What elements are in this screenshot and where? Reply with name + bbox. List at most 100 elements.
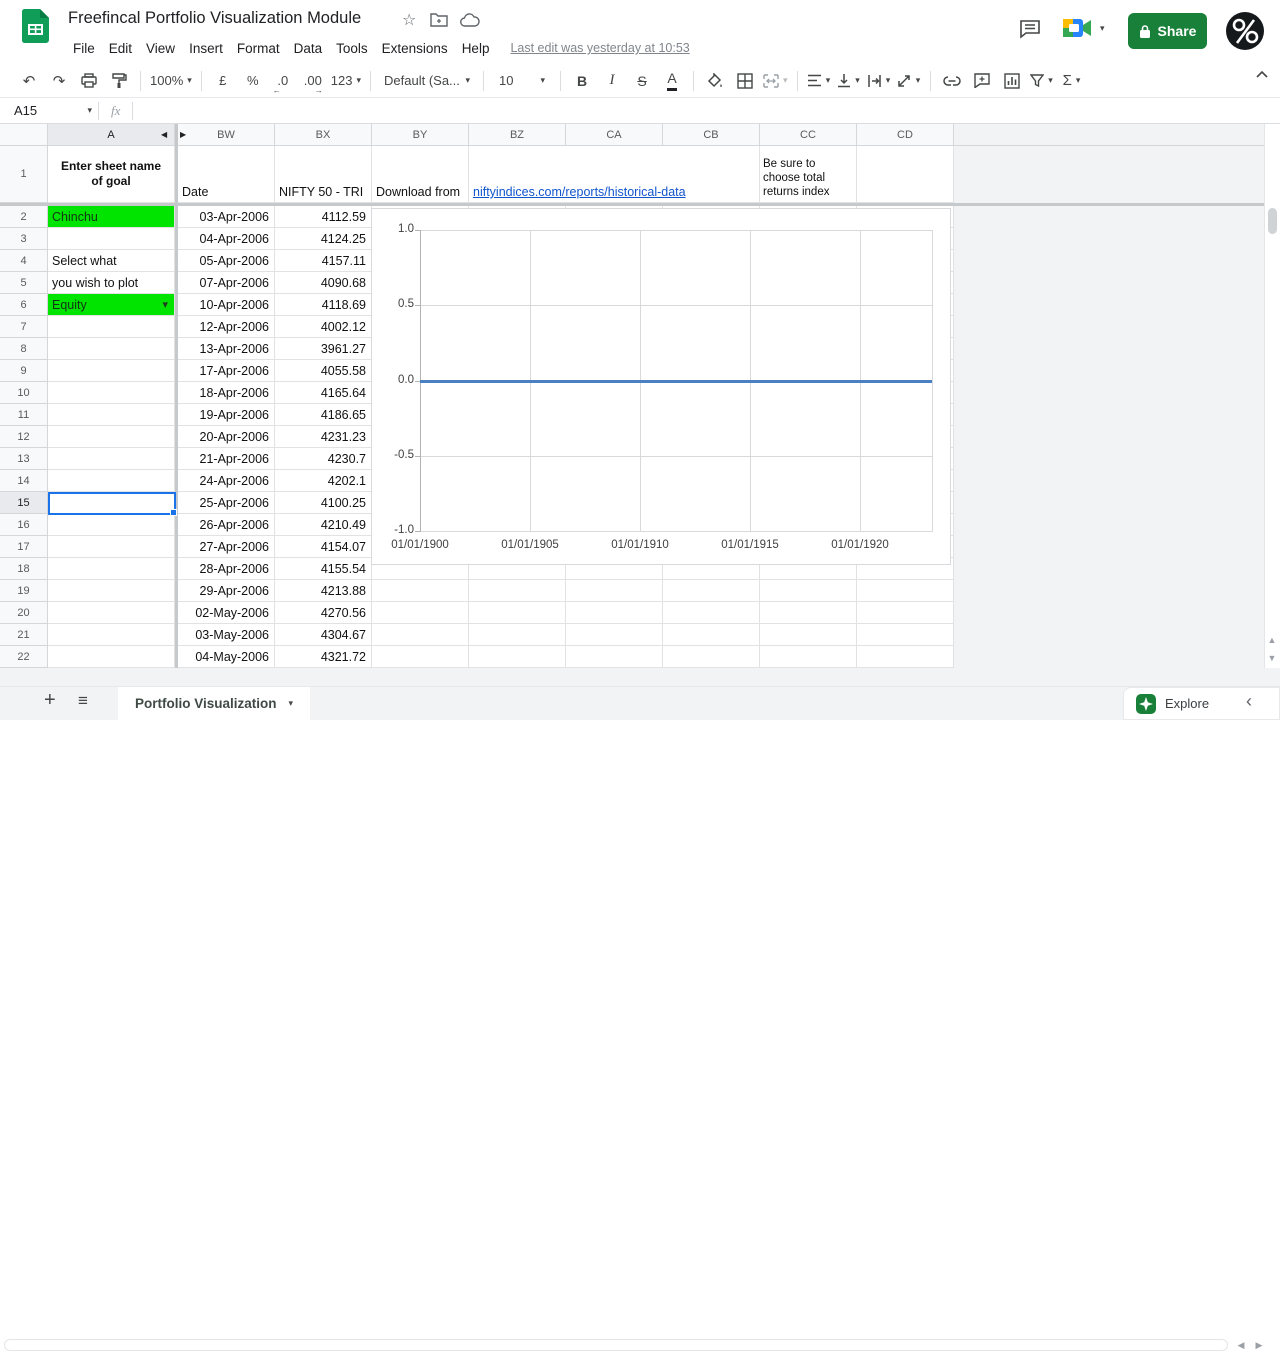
row-header-4[interactable]: 4 (0, 250, 48, 272)
column-header-a[interactable]: A (48, 124, 175, 146)
cell-cd19[interactable] (857, 580, 954, 602)
cell-a12[interactable] (48, 426, 175, 448)
cell-a5[interactable]: you wish to plot (48, 272, 175, 294)
cell-bz21[interactable] (469, 624, 566, 646)
row-header-18[interactable]: 18 (0, 558, 48, 580)
row-header-15[interactable]: 15 (0, 492, 48, 514)
fill-color-icon[interactable] (703, 69, 727, 93)
cell-bw20[interactable]: 02-May-2006 (178, 602, 275, 624)
cell-cc19[interactable] (760, 580, 857, 602)
cell-cc21[interactable] (760, 624, 857, 646)
horizontal-align-icon[interactable]: ▾ (807, 69, 831, 93)
italic-button[interactable]: I (600, 69, 624, 93)
fill-handle[interactable] (170, 509, 177, 516)
cell-bw10[interactable]: 18-Apr-2006 (178, 382, 275, 404)
cell-a21[interactable] (48, 624, 175, 646)
cell-a19[interactable] (48, 580, 175, 602)
text-color-button[interactable]: A (660, 69, 684, 93)
cell-bw7[interactable]: 12-Apr-2006 (178, 316, 275, 338)
column-header-by[interactable]: BY (372, 124, 469, 146)
borders-icon[interactable] (733, 69, 757, 93)
row-header-5[interactable]: 5 (0, 272, 48, 294)
comment-history-icon[interactable] (1019, 19, 1041, 39)
cell-by21[interactable] (372, 624, 469, 646)
add-sheet-icon[interactable]: + (44, 689, 56, 712)
cell-cb22[interactable] (663, 646, 760, 668)
cell-bw17[interactable]: 27-Apr-2006 (178, 536, 275, 558)
row-header-7[interactable]: 7 (0, 316, 48, 338)
menu-view[interactable]: View (139, 39, 182, 58)
merge-cells-icon[interactable]: ▾ (763, 69, 788, 93)
cell-bz19[interactable] (469, 580, 566, 602)
name-box[interactable]: A15 ▾ (0, 103, 98, 118)
cell-bx8[interactable]: 3961.27 (275, 338, 372, 360)
redo-icon[interactable]: ↷ (47, 69, 71, 93)
menu-edit[interactable]: Edit (102, 39, 139, 58)
create-filter-icon[interactable]: ▾ (1030, 69, 1054, 93)
cell-bw9[interactable]: 17-Apr-2006 (178, 360, 275, 382)
menu-extensions[interactable]: Extensions (375, 39, 455, 58)
cell-bx4[interactable]: 4157.11 (275, 250, 372, 272)
cell-ca22[interactable] (566, 646, 663, 668)
cell-a18[interactable] (48, 558, 175, 580)
cell-bw8[interactable]: 13-Apr-2006 (178, 338, 275, 360)
cell-bx16[interactable]: 4210.49 (275, 514, 372, 536)
cell-bw15[interactable]: 25-Apr-2006 (178, 492, 275, 514)
cell-bw19[interactable]: 29-Apr-2006 (178, 580, 275, 602)
insert-comment-icon[interactable] (970, 69, 994, 93)
row-header-3[interactable]: 3 (0, 228, 48, 250)
scroll-right-icon[interactable]: ▶ (1252, 1339, 1266, 1351)
embedded-chart[interactable]: 1.00.50.0-0.5-1.001/01/190001/01/190501/… (371, 208, 951, 565)
increase-decimal-button[interactable]: .00→ (301, 69, 325, 93)
horizontal-scrollbar-thumb[interactable] (4, 1339, 1228, 1351)
cell-cb21[interactable] (663, 624, 760, 646)
font-size-select[interactable]: 10▾ (493, 69, 551, 93)
vertical-scrollbar[interactable] (1264, 124, 1280, 668)
functions-button[interactable]: Σ▾ (1060, 69, 1084, 93)
cell-a6[interactable]: Equity▾ (48, 294, 175, 316)
formula-input[interactable] (133, 98, 1280, 123)
cell-bw21[interactable]: 03-May-2006 (178, 624, 275, 646)
cell-ca21[interactable] (566, 624, 663, 646)
cell-a8[interactable] (48, 338, 175, 360)
cloud-status-icon[interactable] (460, 13, 480, 27)
cell-bx22[interactable]: 4321.72 (275, 646, 372, 668)
menu-insert[interactable]: Insert (182, 39, 230, 58)
column-header-bw[interactable]: BW (178, 124, 275, 146)
print-icon[interactable] (77, 69, 101, 93)
row-header-21[interactable]: 21 (0, 624, 48, 646)
name-box-dropdown-icon[interactable]: ▾ (87, 105, 92, 116)
more-formats-button[interactable]: 123▾ (331, 69, 361, 93)
column-header-cc[interactable]: CC (760, 124, 857, 146)
cell-cb19[interactable] (663, 580, 760, 602)
all-sheets-menu-icon[interactable]: ≡ (78, 691, 88, 711)
insert-link-icon[interactable] (940, 69, 964, 93)
column-header-bx[interactable]: BX (275, 124, 372, 146)
cell-cb20[interactable] (663, 602, 760, 624)
cell-bz1[interactable]: niftyindices.com/reports/historical-data (469, 146, 760, 203)
cell-bx21[interactable]: 4304.67 (275, 624, 372, 646)
sheet-tab-dropdown-icon[interactable]: ▾ (288, 698, 293, 709)
row-header-11[interactable]: 11 (0, 404, 48, 426)
row-header-2[interactable]: 2 (0, 206, 48, 228)
sheet-tab-portfolio-visualization[interactable]: Portfolio Visualization ▾ (118, 687, 310, 720)
insert-chart-icon[interactable] (1000, 69, 1024, 93)
cell-cd22[interactable] (857, 646, 954, 668)
cell-ca19[interactable] (566, 580, 663, 602)
account-avatar[interactable] (1226, 12, 1264, 50)
cell-bw11[interactable]: 19-Apr-2006 (178, 404, 275, 426)
row-header-16[interactable]: 16 (0, 514, 48, 536)
cell-bw1[interactable]: Date (178, 146, 275, 203)
cell-bw13[interactable]: 21-Apr-2006 (178, 448, 275, 470)
cell-bw22[interactable]: 04-May-2006 (178, 646, 275, 668)
collapse-toolbar-icon[interactable] (1256, 70, 1268, 78)
menu-data[interactable]: Data (287, 39, 330, 58)
row-header-14[interactable]: 14 (0, 470, 48, 492)
row-header-12[interactable]: 12 (0, 426, 48, 448)
strikethrough-button[interactable]: S (630, 69, 654, 93)
column-header-cd[interactable]: CD (857, 124, 954, 146)
format-percent-button[interactable]: % (241, 69, 265, 93)
cell-bx12[interactable]: 4231.23 (275, 426, 372, 448)
cell-bx11[interactable]: 4186.65 (275, 404, 372, 426)
frozen-column-divider[interactable] (175, 124, 178, 668)
